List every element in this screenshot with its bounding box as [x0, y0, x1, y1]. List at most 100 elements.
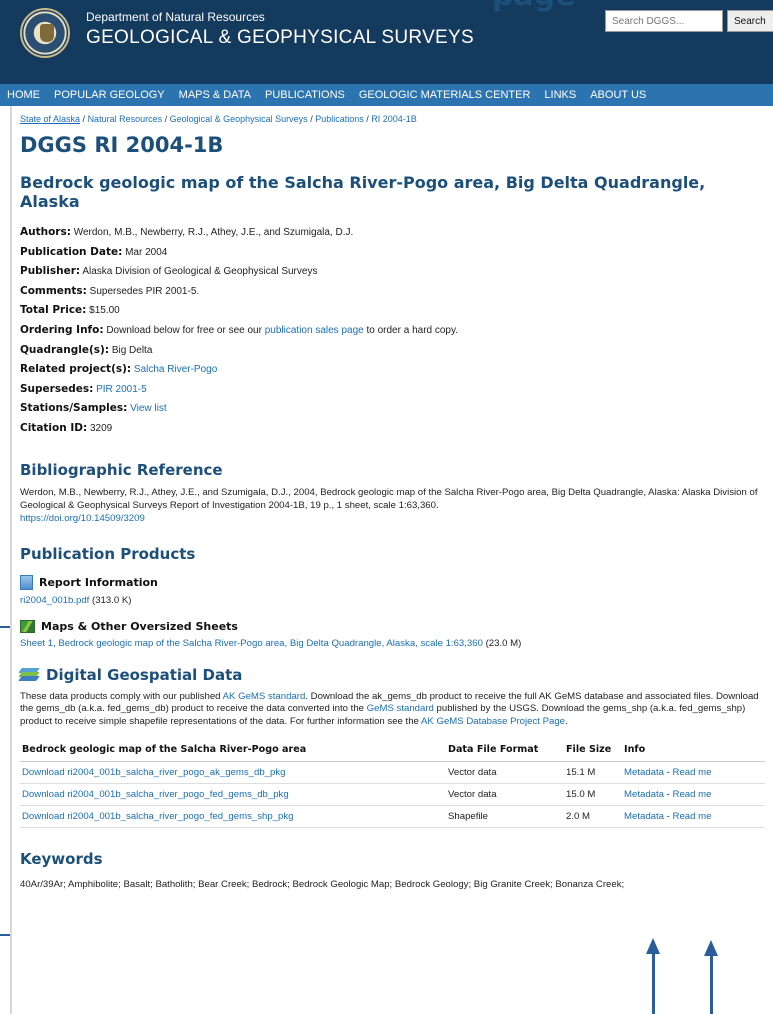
- annotation-tick-top: [0, 626, 10, 628]
- layers-icon: [18, 667, 40, 682]
- metadata-link[interactable]: Metadata: [624, 811, 664, 822]
- metadata-link[interactable]: Metadata: [624, 767, 664, 778]
- price-row: Total Price: $15.00: [20, 301, 765, 321]
- info-separator: -: [664, 789, 673, 801]
- format-cell: Vector data: [446, 783, 564, 807]
- digital-geospatial-heading: Digital Geospatial Data: [18, 665, 765, 684]
- keywords-heading: Keywords: [20, 850, 103, 869]
- breadcrumb-state-of-alaska[interactable]: State of Alaska: [20, 114, 80, 124]
- breadcrumb-natural-resources[interactable]: Natural Resources: [88, 114, 163, 124]
- ak-gems-standard-link[interactable]: AK GeMS standard: [223, 691, 306, 702]
- format-cell: Shapefile: [446, 805, 564, 829]
- state-seal-logo[interactable]: [20, 8, 70, 58]
- download-fed-gems-db-link[interactable]: Download ri2004_001b_salcha_river_pogo_f…: [22, 789, 289, 800]
- nav-home[interactable]: HOME: [7, 89, 40, 101]
- geospatial-heading-text: Digital Geospatial Data: [46, 665, 243, 684]
- breadcrumb-current[interactable]: RI 2004-1B: [371, 114, 417, 124]
- metadata-link[interactable]: Metadata: [624, 789, 664, 800]
- nav-geologic-materials-center[interactable]: GEOLOGIC MATERIALS CENTER: [359, 89, 531, 101]
- column-header-format: Data File Format: [446, 740, 564, 763]
- table-row: Download ri2004_001b_salcha_river_pogo_a…: [20, 761, 765, 785]
- stations-row: Stations/Samples: View list: [20, 399, 765, 419]
- citation-value: 3209: [89, 422, 113, 434]
- map-icon: [20, 619, 35, 633]
- ordering-text-end: to order a hard copy.: [366, 324, 459, 336]
- maps-sheets-heading: Maps & Other Oversized Sheets: [20, 619, 765, 633]
- document-icon: [20, 574, 33, 590]
- quadrangle-row: Quadrangle(s): Big Delta: [20, 341, 765, 361]
- read-me-link[interactable]: Read me: [673, 767, 712, 778]
- search-input[interactable]: [605, 10, 723, 32]
- annotation-arrow-metadata: [646, 938, 660, 1014]
- date-value: Mar 2004: [125, 246, 168, 258]
- report-pdf-link[interactable]: ri2004_001b.pdf: [20, 595, 89, 606]
- view-list-link[interactable]: View list: [130, 403, 167, 414]
- main-content: State of Alaska / Natural Resources / Ge…: [18, 106, 765, 890]
- table-row: Download ri2004_001b_salcha_river_pogo_f…: [20, 783, 765, 807]
- nav-links[interactable]: LINKS: [544, 89, 576, 101]
- geospatial-description: These data products comply with our publ…: [20, 691, 765, 729]
- gems-standard-link[interactable]: GeMS standard: [367, 703, 434, 714]
- breadcrumb: State of Alaska / Natural Resources / Ge…: [20, 114, 417, 124]
- report-information-heading: Report Information: [20, 574, 765, 590]
- doi-link[interactable]: https://doi.org/10.14509/3209: [20, 512, 765, 525]
- stations-label: Stations/Samples:: [20, 402, 128, 415]
- column-header-info: Info: [622, 740, 765, 763]
- info-separator: -: [664, 811, 673, 823]
- agency-name[interactable]: GEOLOGICAL & GEOPHYSICAL SURVEYS: [86, 27, 474, 49]
- related-label: Related project(s):: [20, 363, 132, 376]
- annotation-tick-bottom: [0, 934, 10, 936]
- annotation-arrow-read-me: [704, 940, 718, 1014]
- size-cell: 2.0 M: [564, 805, 622, 829]
- geospatial-products-table: Bedrock geologic map of the Salcha River…: [20, 740, 765, 829]
- related-project-row: Related project(s): Salcha River-Pogo: [20, 360, 765, 380]
- download-fed-gems-shp-link[interactable]: Download ri2004_001b_salcha_river_pogo_f…: [22, 811, 294, 822]
- related-project-link[interactable]: Salcha River-Pogo: [134, 364, 217, 375]
- publication-sales-link[interactable]: publication sales page: [265, 325, 364, 336]
- geo-text-1: These data products comply with our publ…: [20, 690, 221, 702]
- table-row: Download ri2004_001b_salcha_river_pogo_f…: [20, 805, 765, 829]
- nav-maps-data[interactable]: MAPS & DATA: [179, 89, 251, 101]
- keywords-list: 40Ar/39Ar; Amphibolite; Basalt; Batholit…: [20, 879, 625, 891]
- ak-gems-project-page-link[interactable]: AK GeMS Database Project Page: [421, 716, 565, 727]
- supersedes-row: Supersedes: PIR 2001-5: [20, 380, 765, 400]
- report-heading-text: Report Information: [39, 575, 158, 589]
- publisher-row: Publisher: Alaska Division of Geological…: [20, 262, 765, 282]
- publication-metadata: Authors: Werdon, M.B., Newberry, R.J., A…: [20, 223, 765, 439]
- authors-value: Werdon, M.B., Newberry, R.J., Athey, J.E…: [73, 227, 354, 238]
- comments-row: Comments: Supersedes PIR 2001-5.: [20, 282, 765, 302]
- column-header-size: File Size: [564, 740, 622, 763]
- size-cell: 15.0 M: [564, 783, 622, 807]
- breadcrumb-ggs[interactable]: Geological & Geophysical Surveys: [170, 114, 308, 124]
- nav-popular-geology[interactable]: POPULAR GEOLOGY: [54, 89, 165, 101]
- cropped-page-heading: page: [492, 0, 576, 13]
- nav-publications[interactable]: PUBLICATIONS: [265, 89, 345, 101]
- table-header-row: Bedrock geologic map of the Salcha River…: [20, 740, 765, 763]
- quadrangle-value: Big Delta: [111, 344, 153, 356]
- report-download: ri2004_001b.pdf (313.0 K): [20, 595, 765, 606]
- sheet-1-link[interactable]: Sheet 1, Bedrock geologic map of the Sal…: [20, 638, 483, 649]
- date-row: Publication Date: Mar 2004: [20, 243, 765, 263]
- comments-value: Supersedes PIR 2001-5.: [89, 285, 200, 297]
- page-title: DGGS RI 2004-1B: [20, 133, 224, 157]
- publisher-value: Alaska Division of Geological & Geophysi…: [82, 266, 318, 278]
- authors-row: Authors: Werdon, M.B., Newberry, R.J., A…: [20, 223, 765, 243]
- read-me-link[interactable]: Read me: [673, 811, 712, 822]
- supersedes-link[interactable]: PIR 2001-5: [96, 384, 147, 395]
- citation-row: Citation ID: 3209: [20, 419, 765, 439]
- read-me-link[interactable]: Read me: [673, 789, 712, 800]
- price-value: $15.00: [89, 305, 120, 317]
- download-ak-gems-db-link[interactable]: Download ri2004_001b_salcha_river_pogo_a…: [22, 767, 286, 778]
- search-button[interactable]: Search: [727, 10, 773, 32]
- ordering-text: Download below for free or see our: [106, 324, 262, 336]
- date-label: Publication Date:: [20, 245, 123, 258]
- publication-products-heading: Publication Products: [20, 544, 196, 563]
- publication-title: Bedrock geologic map of the Salcha River…: [20, 173, 706, 211]
- breadcrumb-publications[interactable]: Publications: [315, 114, 364, 124]
- sheet-1-size: (23.0 M): [485, 637, 522, 649]
- nav-about-us[interactable]: ABOUT US: [590, 89, 646, 101]
- bibliographic-heading: Bibliographic Reference: [20, 460, 223, 479]
- publisher-label: Publisher:: [20, 265, 81, 278]
- department-name[interactable]: Department of Natural Resources: [86, 10, 265, 24]
- quadrangle-label: Quadrangle(s):: [20, 343, 110, 356]
